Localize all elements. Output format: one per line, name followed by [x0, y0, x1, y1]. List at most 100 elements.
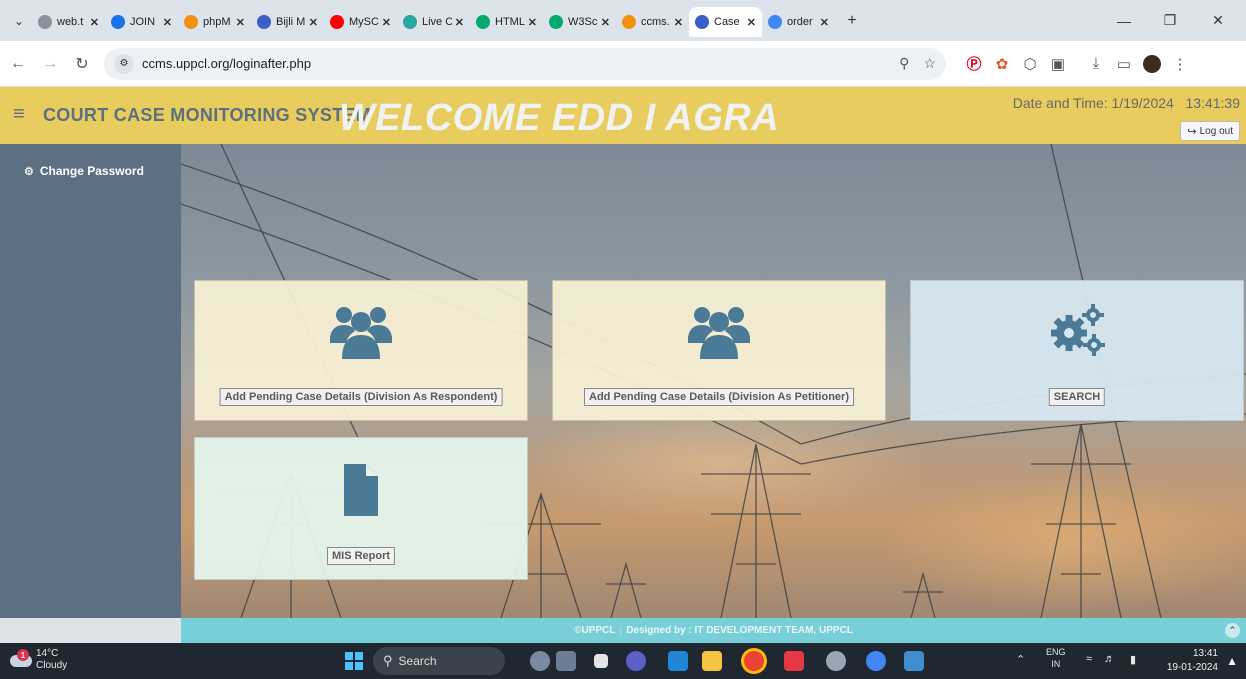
tab-title: Live C [422, 16, 452, 28]
clock-time: 13:41 [1192, 648, 1218, 659]
notification-bell-icon[interactable]: ▲ [1226, 654, 1238, 668]
scroll-top-icon[interactable]: ⌃ [1225, 623, 1240, 638]
browser-tab[interactable]: phpM ✕ [178, 7, 251, 37]
search-icon: ⚲ [383, 653, 393, 668]
sidebar-item-change-password[interactable]: ⚙ Change Password [24, 164, 144, 178]
bookmark-star-icon[interactable]: ☆ [923, 55, 936, 72]
close-tab-icon[interactable]: ✕ [601, 16, 610, 29]
close-tab-icon[interactable]: ✕ [455, 16, 464, 29]
settings-icon[interactable] [826, 651, 846, 671]
browser-tab[interactable]: MySC ✕ [324, 7, 397, 37]
new-tab-button[interactable]: + [839, 8, 865, 34]
tray-chevron-icon[interactable]: ⌃ [1016, 653, 1025, 666]
zoom-icon[interactable]: ⚲ [899, 55, 909, 72]
store-icon[interactable] [668, 651, 688, 671]
close-tab-icon[interactable]: ✕ [820, 16, 829, 29]
lang-bottom: IN [1051, 659, 1061, 669]
browser-menu-icon[interactable]: ⋮ [1166, 50, 1194, 78]
address-bar[interactable]: ⚙ ccms.uppcl.org/loginafter.php ⚲ ☆ [104, 47, 946, 80]
browser-tab[interactable]: Live C ✕ [397, 7, 470, 37]
sidebar: ⚙ Change Password [0, 144, 181, 618]
chrome-icon[interactable] [744, 651, 764, 671]
close-tab-icon[interactable]: ✕ [309, 16, 318, 29]
chrome-profile-icon[interactable] [866, 651, 886, 671]
document-icon [344, 464, 378, 516]
browser-tab[interactable]: Bijli M ✕ [251, 7, 324, 37]
anydesk-icon[interactable] [784, 651, 804, 671]
page-footer: ©UPPCL | Designed by : IT DEVELOPMENT TE… [181, 618, 1246, 643]
pinterest-extension-icon[interactable]: Ⓟ [960, 50, 988, 78]
system-clock[interactable]: 13:41 19-01-2024 [1167, 647, 1218, 675]
volume-icon[interactable]: ♬ [1104, 653, 1115, 665]
app-icon[interactable] [556, 651, 576, 671]
close-tab-icon[interactable]: ✕ [674, 16, 683, 29]
app-icon[interactable] [904, 651, 924, 671]
weather-desc: Cloudy [36, 660, 68, 671]
mis-report-button[interactable]: MIS Report [326, 547, 396, 565]
browser-tab-strip: ⌄ web.t ✕ JOIN ✕ phpM ✕ Bijli M ✕ MySC ✕ Live C ✕ HT… [0, 0, 1246, 41]
cogs-icon [1051, 304, 1105, 356]
windows-start-icon[interactable] [345, 652, 363, 670]
file-explorer-icon[interactable] [702, 651, 722, 671]
search-button[interactable]: SEARCH [1048, 388, 1106, 406]
browser-tab[interactable]: HTML ✕ [470, 7, 543, 37]
close-tab-icon[interactable]: ✕ [163, 16, 172, 29]
shield-extension-icon[interactable]: ⬡ [1016, 50, 1044, 78]
logout-button[interactable]: ↪ Log out [1180, 121, 1240, 141]
add-petitioner-button[interactable]: Add Pending Case Details (Division As Pe… [584, 388, 854, 406]
minimize-button[interactable]: — [1104, 0, 1144, 41]
browser-tab[interactable]: Case ✕ [689, 7, 762, 37]
battery-icon[interactable]: ▮ [1130, 653, 1136, 666]
back-button[interactable]: ← [4, 50, 32, 78]
logout-icon: ↪ [1187, 125, 1197, 138]
browser-tab[interactable]: web.t ✕ [32, 7, 105, 37]
weather-temp: 14°C [36, 648, 59, 659]
weather-cloud-icon[interactable]: 1 [10, 649, 32, 671]
close-tab-icon[interactable]: ✕ [90, 16, 99, 29]
tab-title: web.t [57, 16, 84, 28]
reload-button[interactable]: ↻ [68, 50, 96, 78]
browser-tab[interactable]: W3Sc ✕ [543, 7, 616, 37]
forward-button[interactable]: → [36, 50, 64, 78]
weather-widget[interactable]: 14°C Cloudy [36, 648, 67, 672]
task-view-icon[interactable] [594, 654, 608, 668]
tab-search-chevron-icon[interactable]: ⌄ [6, 8, 32, 34]
close-tab-icon[interactable]: ✕ [382, 16, 391, 29]
card-add-respondent[interactable]: Add Pending Case Details (Division As Re… [194, 280, 528, 421]
copilot-icon[interactable] [530, 651, 550, 671]
close-tab-icon[interactable]: ✕ [236, 16, 245, 29]
tab-title: JOIN [130, 16, 156, 28]
puzzle-extensions-icon[interactable]: ▣ [1044, 50, 1072, 78]
extension-icon[interactable]: ✿ [988, 50, 1016, 78]
footer-separator: | [619, 625, 623, 636]
profile-avatar-icon[interactable] [1138, 50, 1166, 78]
browser-tab[interactable]: ccms. ✕ [616, 7, 689, 37]
taskbar-search[interactable]: ⚲ Search [373, 647, 505, 675]
add-respondent-button[interactable]: Add Pending Case Details (Division As Re… [219, 388, 503, 406]
teams-icon[interactable] [626, 651, 646, 671]
language-indicator[interactable]: ENG IN [1046, 646, 1066, 670]
side-panel-icon[interactable]: ▭ [1110, 50, 1138, 78]
phpmyadmin-icon [622, 15, 636, 29]
close-tab-icon[interactable]: ✕ [747, 16, 756, 29]
tab-title: order [787, 16, 813, 28]
site-icon [257, 15, 271, 29]
browser-tab[interactable]: JOIN ✕ [105, 7, 178, 37]
restore-button[interactable]: ❐ [1150, 0, 1190, 41]
download-icon[interactable]: ⤓ [1082, 50, 1110, 78]
wifi-icon[interactable]: ≈ [1086, 653, 1092, 665]
card-search[interactable]: SEARCH [910, 280, 1244, 421]
w3schools-icon [549, 15, 563, 29]
card-add-petitioner[interactable]: Add Pending Case Details (Division As Pe… [552, 280, 886, 421]
globe-icon [38, 15, 52, 29]
close-tab-icon[interactable]: ✕ [528, 16, 537, 29]
card-mis-report[interactable]: MIS Report [194, 437, 528, 580]
hamburger-menu-icon[interactable]: ≡ [13, 103, 25, 126]
welcome-heading: WELCOME EDD I AGRA [338, 97, 780, 139]
tab-list: web.t ✕ JOIN ✕ phpM ✕ Bijli M ✕ MySC ✕ Live C ✕ HTML… [32, 4, 835, 37]
site-info-icon[interactable]: ⚙ [114, 53, 134, 74]
close-window-button[interactable]: ✕ [1198, 0, 1238, 41]
clock-date: 19-01-2024 [1166, 662, 1218, 673]
browser-tab[interactable]: order ✕ [762, 7, 835, 37]
taskbar-search-label: Search [398, 654, 437, 668]
